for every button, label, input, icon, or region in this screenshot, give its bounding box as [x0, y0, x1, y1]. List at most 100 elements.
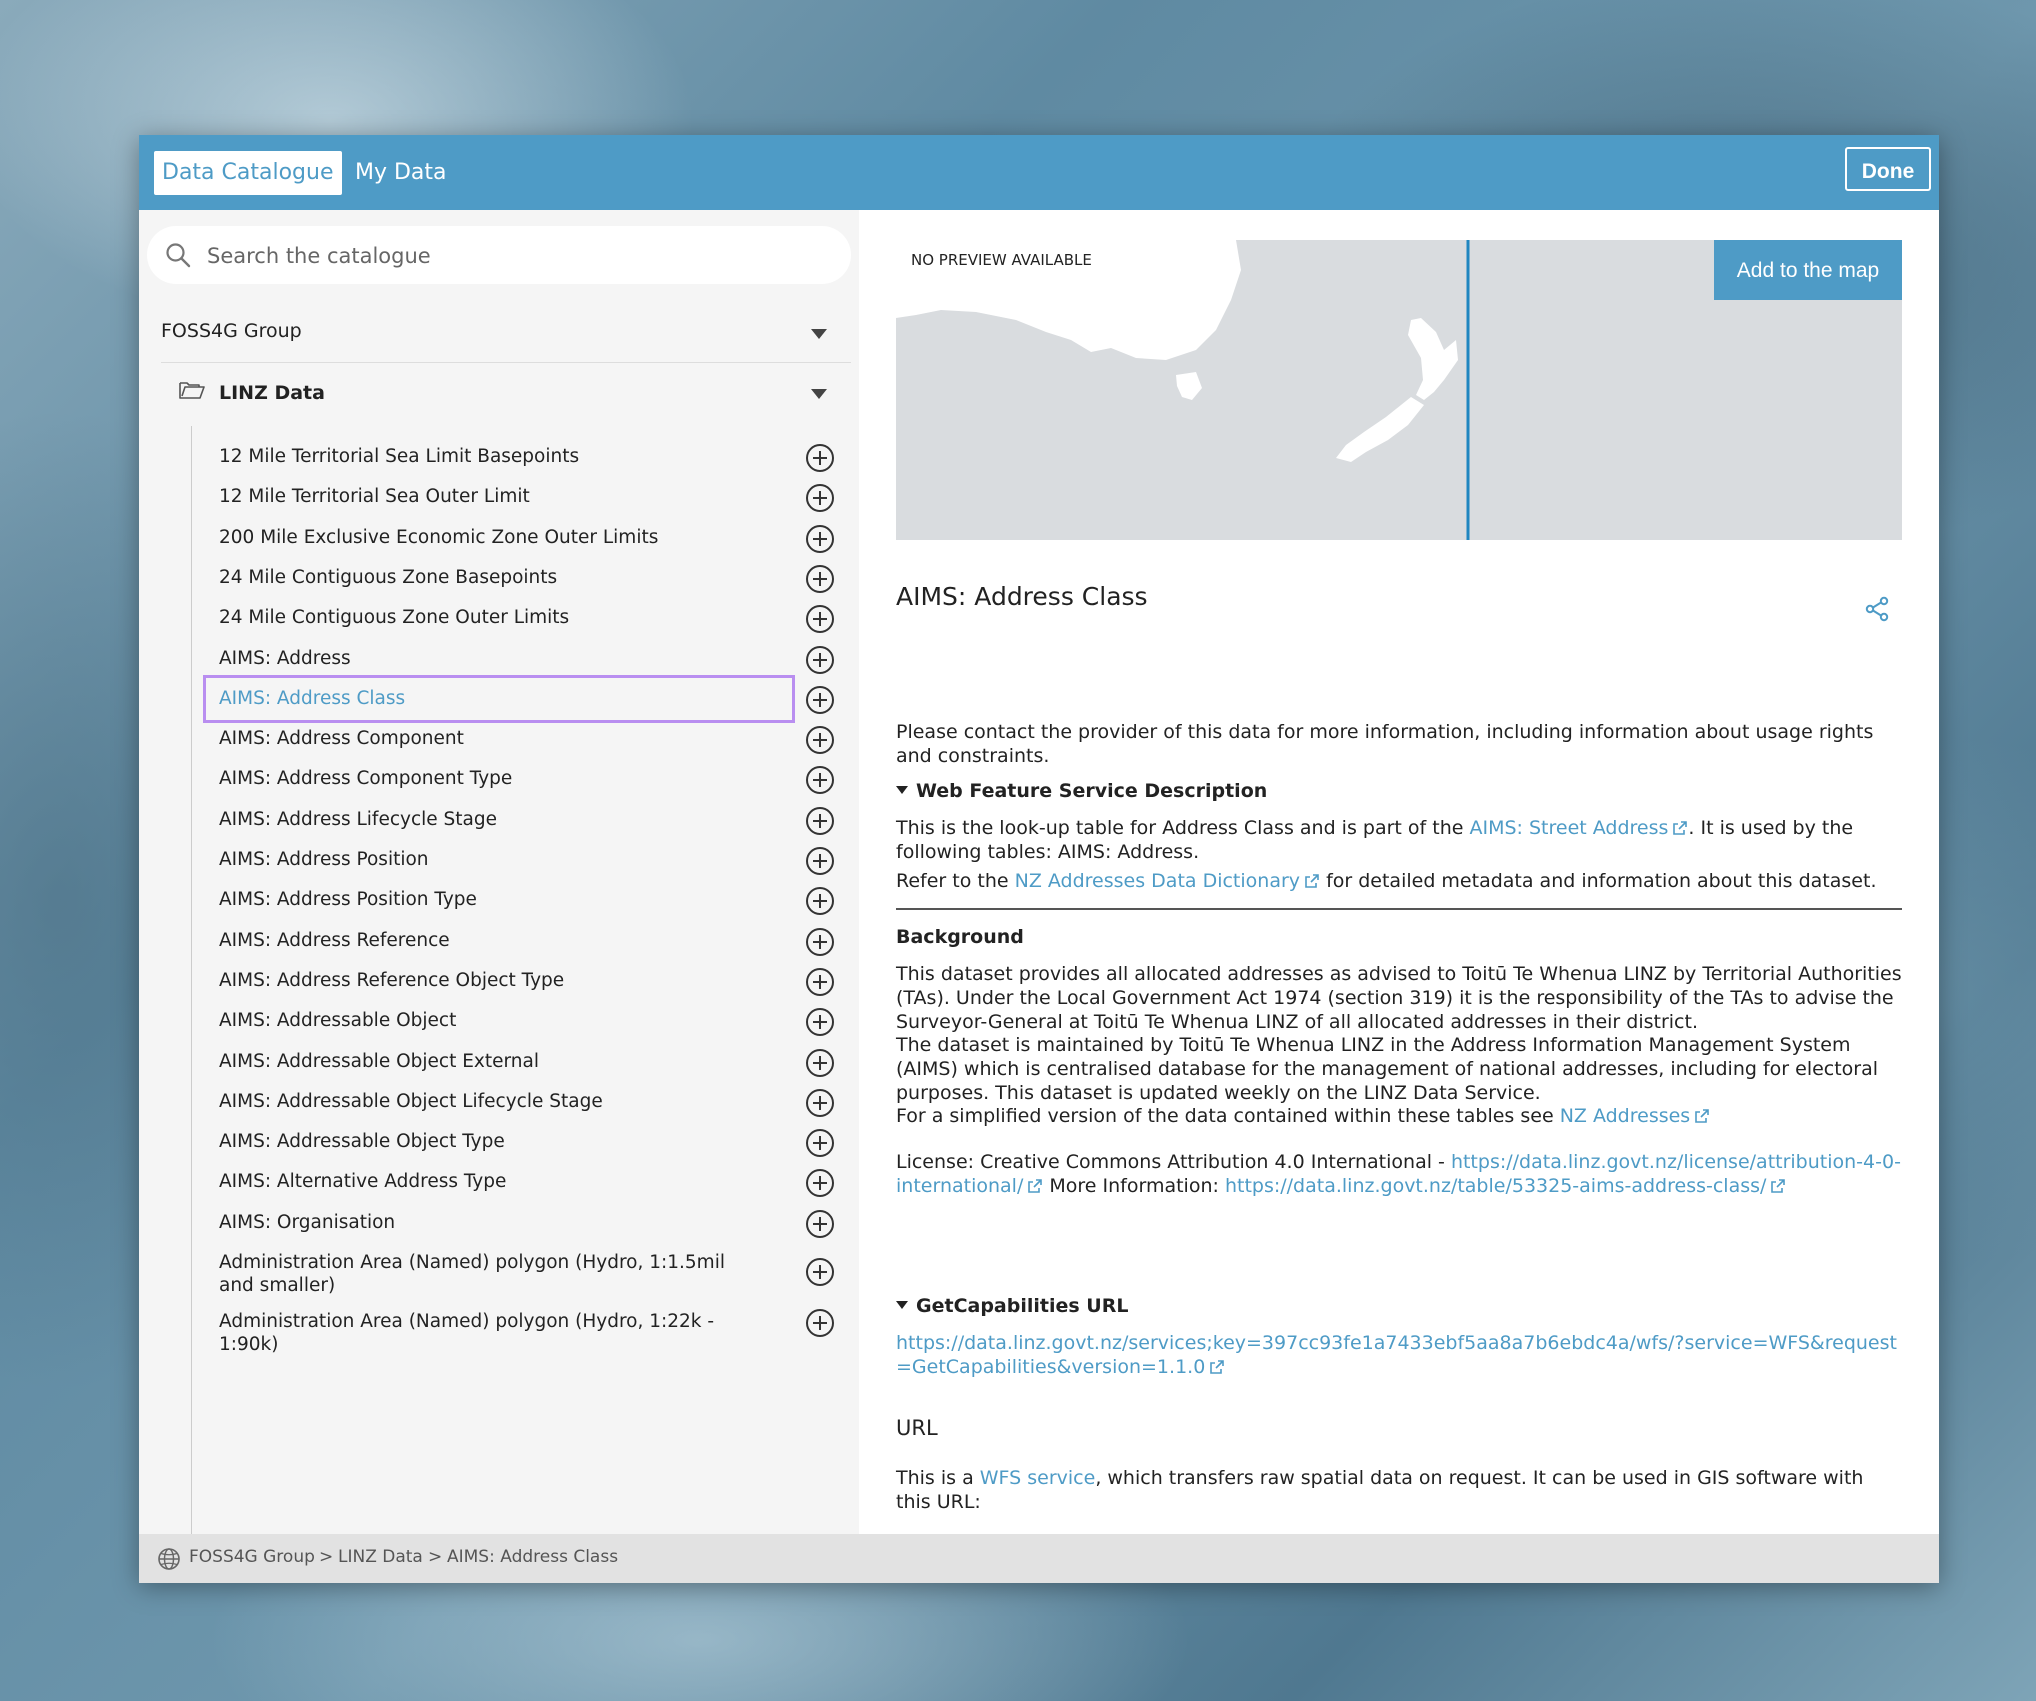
nz-addresses-data-dictionary-link[interactable]: NZ Addresses Data Dictionary — [1015, 870, 1300, 892]
catalogue-item-label: AIMS: Address Lifecycle Stage — [219, 808, 497, 830]
catalogue-item[interactable]: AIMS: Address Position — [197, 840, 857, 880]
plus-circle-icon[interactable] — [805, 443, 835, 473]
plus-circle-icon[interactable] — [805, 564, 835, 594]
catalogue-item[interactable]: 24 Mile Contiguous Zone Outer Limits — [197, 598, 857, 638]
plus-circle-icon[interactable] — [805, 645, 835, 675]
catalogue-item[interactable]: AIMS: Address Component Type — [197, 759, 857, 799]
catalogue-item[interactable]: AIMS: Address Lifecycle Stage — [197, 800, 857, 840]
text-span: For a simplified version of the data con… — [896, 1105, 1560, 1127]
more-information-link[interactable]: https://data.linz.govt.nz/table/53325-ai… — [1225, 1175, 1766, 1197]
plus-circle-icon[interactable] — [805, 1168, 835, 1198]
wfs-description-heading[interactable]: Web Feature Service Description — [896, 780, 1267, 802]
catalogue-item[interactable]: AIMS: Address Reference Object Type — [197, 961, 857, 1001]
breadcrumb-separator: > — [428, 1547, 443, 1567]
catalogue-item-label: Administration Area (Named) polygon (Hyd… — [219, 1252, 725, 1296]
getcapabilities-url: https://data.linz.govt.nz/services;key=3… — [896, 1331, 1904, 1379]
catalogue-item[interactable]: AIMS: Alternative Address Type — [197, 1162, 857, 1202]
external-link-icon — [1210, 1360, 1225, 1374]
breadcrumb-current: AIMS: Address Class — [447, 1547, 619, 1567]
getcapabilities-link[interactable]: https://data.linz.govt.nz/services;key=3… — [896, 1332, 1897, 1378]
plus-circle-icon[interactable] — [805, 483, 835, 513]
add-to-map-button[interactable]: Add to the map — [1714, 240, 1902, 300]
external-link-icon — [1771, 1179, 1786, 1193]
text-span: This is a — [896, 1467, 980, 1489]
caret-down-icon — [811, 329, 827, 339]
plus-circle-icon[interactable] — [805, 846, 835, 876]
catalogue-item-label: AIMS: Address Position Type — [219, 889, 477, 911]
plus-circle-icon[interactable] — [805, 886, 835, 916]
catalogue-item-label: AIMS: Address — [219, 647, 351, 669]
plus-circle-icon[interactable] — [805, 1007, 835, 1037]
dataset-detail-panel: NO PREVIEW AVAILABLE Add to the map AIMS… — [860, 210, 1939, 1534]
catalogue-item-label: AIMS: Addressable Object — [219, 1010, 457, 1032]
wfs-service-link[interactable]: WFS service — [980, 1467, 1096, 1489]
plus-circle-icon[interactable] — [805, 685, 835, 715]
catalogue-item[interactable]: AIMS: Address Position Type — [197, 880, 857, 920]
tab-my-data[interactable]: My Data — [347, 151, 455, 195]
catalogue-item[interactable]: Administration Area (Named) polygon (Hyd… — [197, 1302, 857, 1355]
caret-down-icon — [811, 389, 827, 399]
plus-circle-icon[interactable] — [805, 806, 835, 836]
catalogue-item-label: AIMS: Addressable Object Type — [219, 1131, 505, 1153]
getcapabilities-heading[interactable]: GetCapabilities URL — [896, 1295, 1128, 1317]
catalogue-item[interactable]: AIMS: Address Reference — [197, 921, 857, 961]
tab-data-catalogue[interactable]: Data Catalogue — [154, 151, 342, 195]
license-paragraph: License: Creative Commons Attribution 4.… — [896, 1150, 1904, 1198]
folder-label: LINZ Data — [219, 382, 325, 404]
aims-street-address-link[interactable]: AIMS: Street Address — [1469, 817, 1668, 839]
text-span: More Information: — [1043, 1175, 1225, 1197]
text-span: Refer to the — [896, 870, 1015, 892]
plus-circle-icon[interactable] — [805, 1308, 835, 1338]
plus-circle-icon[interactable] — [805, 765, 835, 795]
catalogue-item-label: AIMS: Address Component — [219, 728, 464, 750]
plus-circle-icon[interactable] — [805, 1088, 835, 1118]
catalogue-item[interactable]: AIMS: Address — [197, 639, 857, 679]
breadcrumb-item[interactable]: LINZ Data — [338, 1547, 423, 1567]
globe-icon — [158, 1548, 180, 1570]
plus-circle-icon[interactable] — [805, 1128, 835, 1158]
group-label: FOSS4G Group — [161, 320, 302, 342]
catalogue-item[interactable]: 200 Mile Exclusive Economic Zone Outer L… — [197, 518, 857, 558]
catalogue-item-label: 12 Mile Territorial Sea Limit Basepoints — [219, 446, 580, 467]
breadcrumb-item[interactable]: FOSS4G Group — [189, 1547, 315, 1567]
background-paragraph-3: For a simplified version of the data con… — [896, 1104, 1904, 1128]
nz-addresses-link[interactable]: NZ Addresses — [1560, 1105, 1691, 1127]
background-paragraph-1: This dataset provides all allocated addr… — [896, 963, 1902, 1033]
catalogue-item-label: AIMS: Address Reference Object Type — [219, 969, 565, 991]
plus-circle-icon[interactable] — [805, 967, 835, 997]
external-link-icon — [1028, 1179, 1043, 1193]
catalogue-item[interactable]: AIMS: Address Component — [197, 719, 857, 759]
url-paragraph: This is a WFS service, which transfers r… — [896, 1466, 1904, 1514]
catalogue-item[interactable]: AIMS: Addressable Object Lifecycle Stage — [197, 1082, 857, 1122]
catalogue-item[interactable]: 12 Mile Territorial Sea Limit Basepoints — [197, 437, 857, 477]
plus-circle-icon[interactable] — [805, 604, 835, 634]
catalogue-item[interactable]: Administration Area (Named) polygon (Hyd… — [197, 1243, 857, 1305]
text-span: License: Creative Commons Attribution 4.… — [896, 1151, 1451, 1173]
catalogue-item[interactable]: 12 Mile Territorial Sea Outer Limit — [197, 477, 857, 517]
plus-circle-icon[interactable] — [805, 1048, 835, 1078]
search-input[interactable] — [205, 238, 809, 274]
catalogue-folder-linz-data[interactable]: LINZ Data — [179, 368, 851, 418]
catalogue-item[interactable]: AIMS: Organisation — [197, 1203, 857, 1243]
plus-circle-icon[interactable] — [805, 1257, 835, 1287]
catalogue-item[interactable]: AIMS: Address Class — [197, 674, 857, 723]
catalogue-item-label: Administration Area (Named) polygon (Hyd… — [219, 1311, 715, 1355]
plus-circle-icon[interactable] — [805, 927, 835, 957]
catalogue-item-label: AIMS: Addressable Object External — [219, 1050, 539, 1072]
catalogue-item[interactable]: AIMS: Addressable Object — [197, 1001, 857, 1041]
getcap-heading-label: GetCapabilities URL — [916, 1295, 1129, 1317]
done-button[interactable]: Done — [1845, 147, 1931, 191]
catalogue-item[interactable]: AIMS: Addressable Object Type — [197, 1122, 857, 1162]
background-paragraph-2: The dataset is maintained by Toitū Te Wh… — [896, 1034, 1879, 1104]
plus-circle-icon[interactable] — [805, 725, 835, 755]
share-icon[interactable] — [1864, 596, 1890, 622]
external-link-icon — [1305, 874, 1319, 888]
catalogue-item[interactable]: AIMS: Addressable Object External — [197, 1042, 857, 1082]
catalogue-item-label: AIMS: Address Reference — [219, 929, 450, 951]
catalogue-group-foss4g[interactable]: FOSS4G Group — [161, 306, 851, 363]
tree-guide-line — [191, 426, 192, 1534]
catalogue-item-label: AIMS: Address Component Type — [219, 768, 513, 790]
plus-circle-icon[interactable] — [805, 1209, 835, 1239]
catalogue-item[interactable]: 24 Mile Contiguous Zone Basepoints — [197, 558, 857, 598]
plus-circle-icon[interactable] — [805, 524, 835, 554]
